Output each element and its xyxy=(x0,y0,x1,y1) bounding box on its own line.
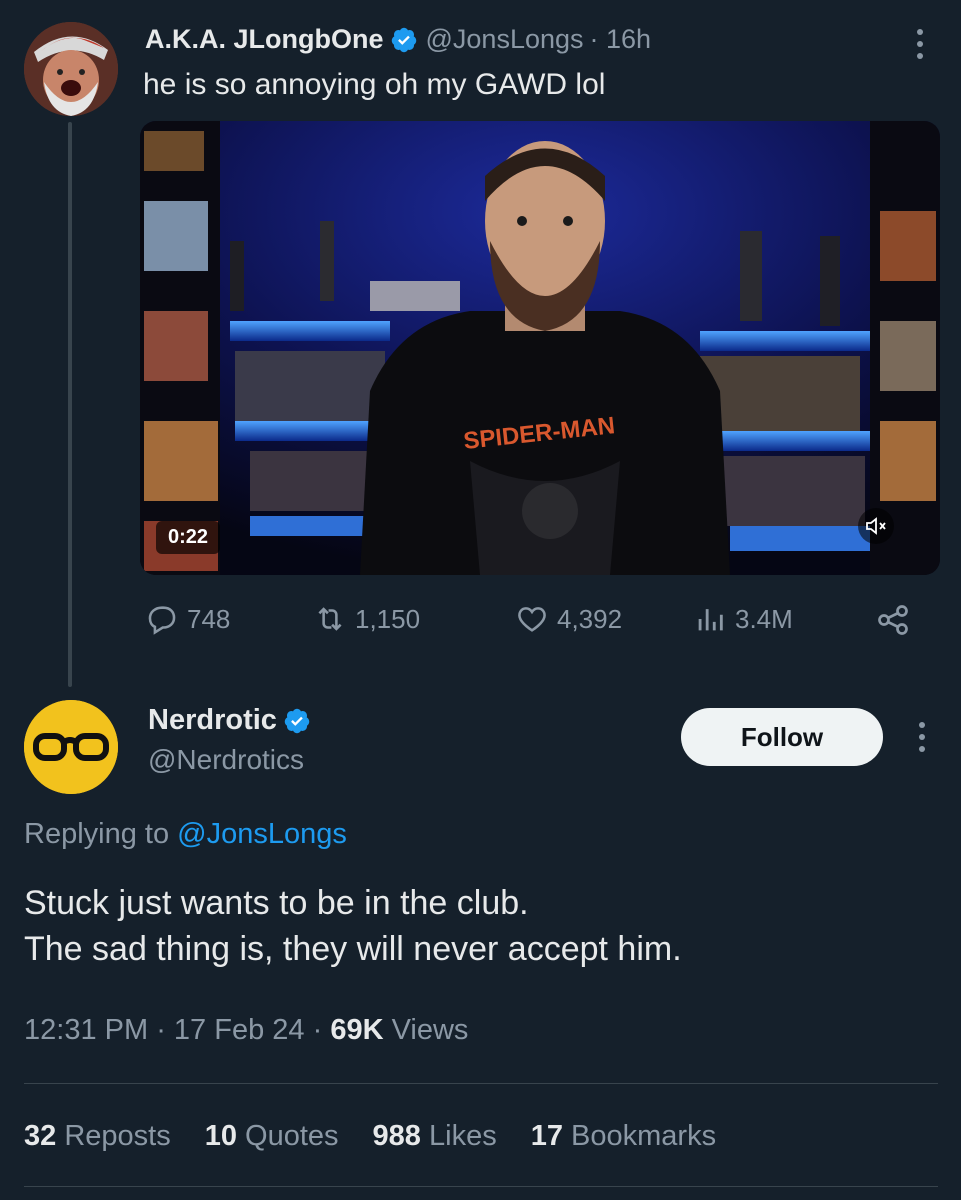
tweet-text-line: The sad thing is, they will never accept… xyxy=(24,930,682,968)
tweet-time[interactable]: 12:31 PM xyxy=(24,1014,148,1046)
avatar[interactable] xyxy=(24,700,118,794)
verified-icon xyxy=(391,27,416,52)
reply-button[interactable]: 748 xyxy=(145,602,230,636)
share-button[interactable] xyxy=(875,602,919,638)
tweet-meta: 12:31 PM · 17 Feb 24 · 69K Views xyxy=(24,1014,469,1046)
more-icon[interactable] xyxy=(907,715,937,759)
tweet-text: Stuck just wants to be in the club. The … xyxy=(24,880,682,972)
tweet-date[interactable]: 17 Feb 24 xyxy=(174,1014,305,1046)
bookmarks-label: Bookmarks xyxy=(571,1120,717,1152)
tweet-text: he is so annoying oh my GAWD lol xyxy=(143,68,606,101)
video-duration: 0:22 xyxy=(156,521,221,554)
quotes-label: Quotes xyxy=(245,1120,339,1152)
follow-button[interactable]: Follow xyxy=(681,708,883,766)
reply-icon xyxy=(148,606,176,635)
repost-button[interactable]: 1,150 xyxy=(313,602,420,636)
likes-label: Likes xyxy=(429,1120,497,1152)
engagement-stats: 32 Reposts 10 Quotes 988 Likes 17 Bookma… xyxy=(24,1120,750,1153)
like-button[interactable]: 4,392 xyxy=(515,602,622,636)
repost-count: 1,150 xyxy=(355,603,421,634)
tweet-time[interactable]: · 16h xyxy=(590,24,652,55)
tweet-text-line: Stuck just wants to be in the club. xyxy=(24,884,529,922)
more-icon[interactable] xyxy=(905,22,935,66)
views-icon xyxy=(698,609,723,631)
share-icon xyxy=(878,605,908,635)
repost-icon xyxy=(318,607,342,631)
replying-prefix: Replying to xyxy=(24,818,170,850)
reposts-stat[interactable]: 32 Reposts xyxy=(24,1120,171,1153)
views-count: 69K xyxy=(330,1014,384,1046)
author-header: Nerdrotic xyxy=(148,704,311,737)
tweet-actions: 748 1,150 4,392 3.4M xyxy=(145,602,935,646)
replying-to: Replying to @JonsLongs xyxy=(24,818,347,851)
like-icon xyxy=(518,607,546,632)
author-handle[interactable]: @Nerdrotics xyxy=(148,744,304,776)
thread-line xyxy=(68,122,72,687)
divider xyxy=(24,1186,938,1187)
reply-count: 748 xyxy=(187,603,231,634)
replying-to-link[interactable]: @JonsLongs xyxy=(177,818,347,850)
author-header: A.K.A. JLongbOne @JonsLongs · 16h xyxy=(145,24,651,55)
quotes-count: 10 xyxy=(204,1120,237,1152)
divider xyxy=(24,1083,938,1084)
views-button[interactable]: 3.4M xyxy=(693,602,793,636)
mute-icon[interactable] xyxy=(858,508,894,544)
avatar[interactable] xyxy=(24,22,118,116)
quotes-stat[interactable]: 10 Quotes xyxy=(205,1120,339,1153)
views-label: Views xyxy=(391,1014,469,1046)
reposts-count: 32 xyxy=(24,1120,57,1152)
bookmarks-stat[interactable]: 17 Bookmarks xyxy=(531,1120,716,1153)
reposts-label: Reposts xyxy=(64,1120,171,1152)
view-count: 3.4M xyxy=(735,603,793,634)
display-name[interactable]: Nerdrotic xyxy=(148,704,277,737)
like-count: 4,392 xyxy=(557,603,623,634)
verified-icon xyxy=(284,708,310,733)
bookmarks-count: 17 xyxy=(530,1120,563,1152)
likes-stat[interactable]: 988 Likes xyxy=(373,1120,497,1153)
display-name[interactable]: A.K.A. JLongbOne xyxy=(145,24,384,55)
author-handle[interactable]: @JonsLongs xyxy=(426,24,584,55)
likes-count: 988 xyxy=(372,1120,421,1152)
video-player[interactable]: SPIDER-MAN xyxy=(140,121,940,575)
